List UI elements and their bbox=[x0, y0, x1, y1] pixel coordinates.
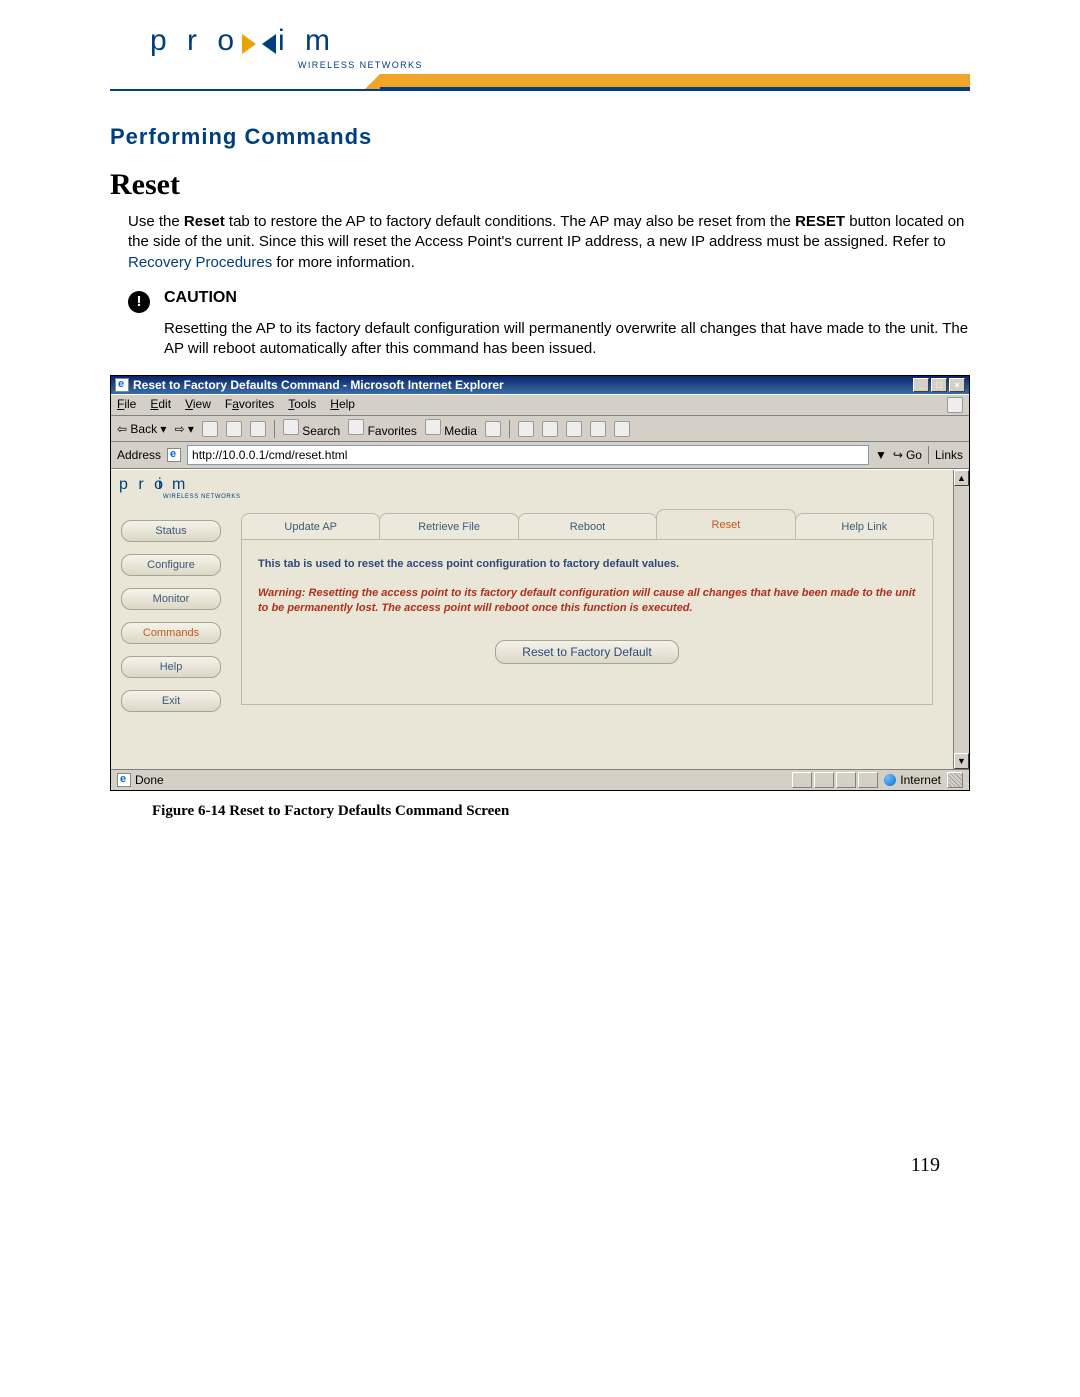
sidebar-item-configure[interactable]: Configure bbox=[121, 554, 221, 576]
header-rule bbox=[110, 89, 970, 91]
scroll-down-icon[interactable]: ▼ bbox=[954, 753, 969, 769]
print-icon[interactable] bbox=[542, 421, 558, 437]
vertical-scrollbar[interactable]: ▲ ▼ bbox=[953, 470, 969, 769]
page-heading: Reset bbox=[110, 168, 970, 202]
tab-reboot[interactable]: Reboot bbox=[518, 513, 657, 539]
stop-icon[interactable] bbox=[202, 421, 218, 437]
ap-info-text: This tab is used to reset the access poi… bbox=[258, 558, 916, 570]
logo-text-left: p r o bbox=[150, 24, 240, 57]
reset-to-factory-button[interactable]: Reset to Factory Default bbox=[495, 640, 678, 664]
url-input[interactable] bbox=[187, 445, 869, 465]
ie-toolbar: ⇦ Back ▾ ⇨ ▾ Search Favorites Media bbox=[111, 416, 969, 442]
recovery-procedures-link[interactable]: Recovery Procedures bbox=[128, 254, 272, 271]
window-title: Reset to Factory Defaults Command - Micr… bbox=[133, 378, 504, 392]
favorites-icon bbox=[348, 419, 364, 435]
figure-caption: Figure 6-14 Reset to Factory Defaults Co… bbox=[152, 803, 970, 820]
logo-subtitle: WIRELESS NETWORKS bbox=[298, 60, 423, 70]
ie-titlebar: Reset to Factory Defaults Command - Micr… bbox=[111, 376, 969, 394]
ie-window: Reset to Factory Defaults Command - Micr… bbox=[110, 375, 970, 791]
ap-logo-subtitle: WIRELESS NETWORKS bbox=[163, 494, 241, 500]
security-zone: Internet bbox=[878, 773, 947, 787]
menu-favorites[interactable]: Favorites bbox=[225, 397, 274, 413]
edit-icon[interactable] bbox=[566, 421, 582, 437]
address-label: Address bbox=[117, 448, 161, 462]
messenger-icon[interactable] bbox=[614, 421, 630, 437]
ap-main: Update AP Retrieve File Reboot Reset Hel… bbox=[231, 470, 953, 769]
page-number: 119 bbox=[911, 1154, 940, 1177]
tab-help-link[interactable]: Help Link bbox=[795, 513, 934, 539]
media-icon bbox=[425, 419, 441, 435]
globe-icon bbox=[884, 774, 896, 786]
intro-paragraph: Use the Reset tab to restore the AP to f… bbox=[128, 212, 970, 273]
ie-viewport: p r o i m WIRELESS NETWORKS Status Confi… bbox=[111, 469, 969, 769]
refresh-icon[interactable] bbox=[226, 421, 242, 437]
sidebar-item-status[interactable]: Status bbox=[121, 520, 221, 542]
caution-label: CAUTION bbox=[164, 289, 237, 307]
ie-addressbar: Address ▼ ↪Go Links bbox=[111, 442, 969, 469]
discuss-icon[interactable] bbox=[590, 421, 606, 437]
back-button[interactable]: ⇦ Back ▾ bbox=[117, 422, 166, 436]
home-icon[interactable] bbox=[250, 421, 266, 437]
status-text: Done bbox=[135, 773, 164, 787]
links-label[interactable]: Links bbox=[935, 448, 963, 462]
logo-text-right: i m bbox=[278, 24, 336, 57]
ie-page-icon bbox=[115, 378, 129, 392]
sidebar-item-commands[interactable]: Commands bbox=[121, 622, 221, 644]
status-cell bbox=[792, 772, 812, 788]
ap-tab-pane: This tab is used to reset the access poi… bbox=[241, 540, 933, 705]
bold-reset-button: RESET bbox=[795, 213, 845, 230]
header-accent-bar bbox=[380, 74, 970, 89]
resize-grip-icon[interactable] bbox=[947, 772, 963, 788]
arrows-x-icon bbox=[246, 28, 272, 54]
tab-update-ap[interactable]: Update AP bbox=[241, 513, 380, 539]
windows-flag-icon bbox=[947, 397, 963, 413]
page-icon bbox=[167, 448, 181, 462]
proxim-logo: p r o i m bbox=[150, 24, 336, 58]
close-icon[interactable]: × bbox=[949, 378, 965, 392]
mail-icon[interactable] bbox=[518, 421, 534, 437]
status-cell bbox=[814, 772, 834, 788]
search-icon bbox=[283, 419, 299, 435]
ap-tabs: Update AP Retrieve File Reboot Reset Hel… bbox=[241, 510, 933, 540]
caution-text: Resetting the AP to its factory default … bbox=[164, 319, 970, 360]
sidebar-item-exit[interactable]: Exit bbox=[121, 690, 221, 712]
exclamation-icon: ! bbox=[128, 291, 150, 313]
favorites-button[interactable]: Favorites bbox=[348, 419, 417, 438]
page-header: p r o i m WIRELESS NETWORKS bbox=[110, 20, 970, 100]
tab-reset[interactable]: Reset bbox=[656, 509, 795, 539]
sidebar-item-help[interactable]: Help bbox=[121, 656, 221, 678]
menu-help[interactable]: Help bbox=[330, 397, 355, 413]
menu-tools[interactable]: Tools bbox=[288, 397, 316, 413]
search-button[interactable]: Search bbox=[283, 419, 340, 438]
caution-block: ! CAUTION bbox=[128, 289, 970, 313]
menu-edit[interactable]: Edit bbox=[150, 397, 171, 413]
ie-menubar: File Edit View Favorites Tools Help bbox=[111, 394, 969, 416]
history-icon[interactable] bbox=[485, 421, 501, 437]
forward-button[interactable]: ⇨ ▾ bbox=[174, 422, 193, 436]
ap-warning-text: Warning: Resetting the access point to i… bbox=[258, 586, 916, 616]
scroll-up-icon[interactable]: ▲ bbox=[954, 470, 969, 486]
media-button[interactable]: Media bbox=[425, 419, 477, 438]
bold-reset: Reset bbox=[184, 213, 225, 230]
go-button[interactable]: ↪Go bbox=[893, 448, 922, 462]
ie-statusbar: Done Internet bbox=[111, 769, 969, 790]
ap-proxim-logo: p r o i m bbox=[119, 476, 188, 494]
section-title: Performing Commands bbox=[110, 124, 970, 150]
status-cell bbox=[858, 772, 878, 788]
maximize-icon[interactable]: □ bbox=[931, 378, 947, 392]
status-page-icon bbox=[117, 773, 131, 787]
minimize-icon[interactable]: _ bbox=[913, 378, 929, 392]
ap-sidebar: Status Configure Monitor Commands Help E… bbox=[111, 470, 231, 769]
menu-file[interactable]: File bbox=[117, 397, 136, 413]
tab-retrieve-file[interactable]: Retrieve File bbox=[379, 513, 518, 539]
url-dropdown-icon[interactable]: ▼ bbox=[875, 448, 887, 462]
status-cell bbox=[836, 772, 856, 788]
sidebar-item-monitor[interactable]: Monitor bbox=[121, 588, 221, 610]
menu-view[interactable]: View bbox=[185, 397, 211, 413]
